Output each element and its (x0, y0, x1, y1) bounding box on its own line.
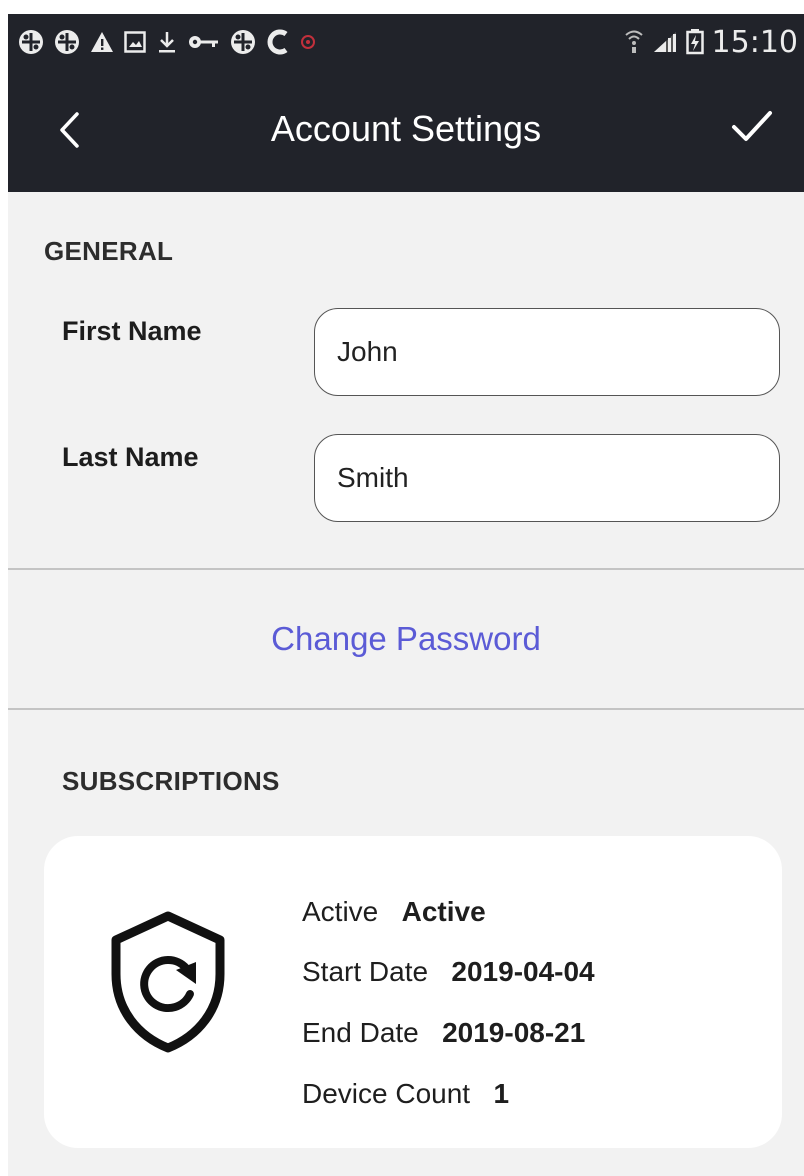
status-bar-notification-icons (18, 26, 316, 58)
divider (8, 568, 804, 570)
row-label: Device Count (302, 1078, 471, 1109)
change-password-link[interactable]: Change Password (8, 620, 804, 658)
battery-icon (685, 29, 704, 55)
status-bar-system-icons: 15:10 (624, 24, 798, 60)
row-value: Active (401, 896, 486, 927)
key-icon (189, 36, 218, 48)
row-value: 1 (493, 1078, 510, 1109)
row-label: Start Date (302, 956, 429, 987)
warning-icon (91, 32, 113, 52)
last-name-label: Last Name (62, 442, 199, 472)
account-settings-screen: 15:10 Account Settings GENERAL First Nam… (8, 14, 804, 1176)
app-icon (19, 30, 43, 54)
download-icon (159, 32, 175, 53)
subscription-card: Active Active Start Date 2019-04-04 End … (44, 836, 782, 1148)
signal-icon (653, 32, 676, 52)
app-bar: Account Settings (8, 70, 804, 192)
wifi-icon (624, 30, 643, 53)
first-name-label: First Name (62, 316, 202, 346)
last-name-field[interactable] (314, 434, 780, 522)
app-icon (231, 30, 255, 54)
row-label: Active (302, 896, 379, 927)
c-icon (267, 29, 288, 55)
subscription-row-active: Active Active (302, 896, 486, 928)
shield-refresh-icon (111, 911, 225, 1053)
checkmark-icon (732, 111, 772, 141)
first-name-field[interactable] (314, 308, 780, 396)
row-label: End Date (302, 1017, 419, 1048)
app-icon (55, 30, 79, 54)
page-title: Account Settings (270, 108, 542, 149)
section-heading-subscriptions: SUBSCRIPTIONS (62, 766, 280, 796)
notification-icon (301, 35, 315, 49)
row-value: 2019-04-04 (451, 956, 595, 987)
status-bar: 15:10 (8, 14, 804, 70)
status-time: 15:10 (711, 24, 798, 60)
subscription-row-end-date: End Date 2019-08-21 (302, 1017, 585, 1049)
save-button[interactable] (724, 98, 780, 154)
subscription-row-start-date: Start Date 2019-04-04 (302, 956, 595, 988)
image-icon (124, 31, 146, 53)
divider (8, 708, 804, 710)
section-heading-general: GENERAL (44, 236, 174, 266)
subscription-row-device-count: Device Count 1 (302, 1078, 509, 1110)
row-value: 2019-08-21 (442, 1017, 586, 1048)
